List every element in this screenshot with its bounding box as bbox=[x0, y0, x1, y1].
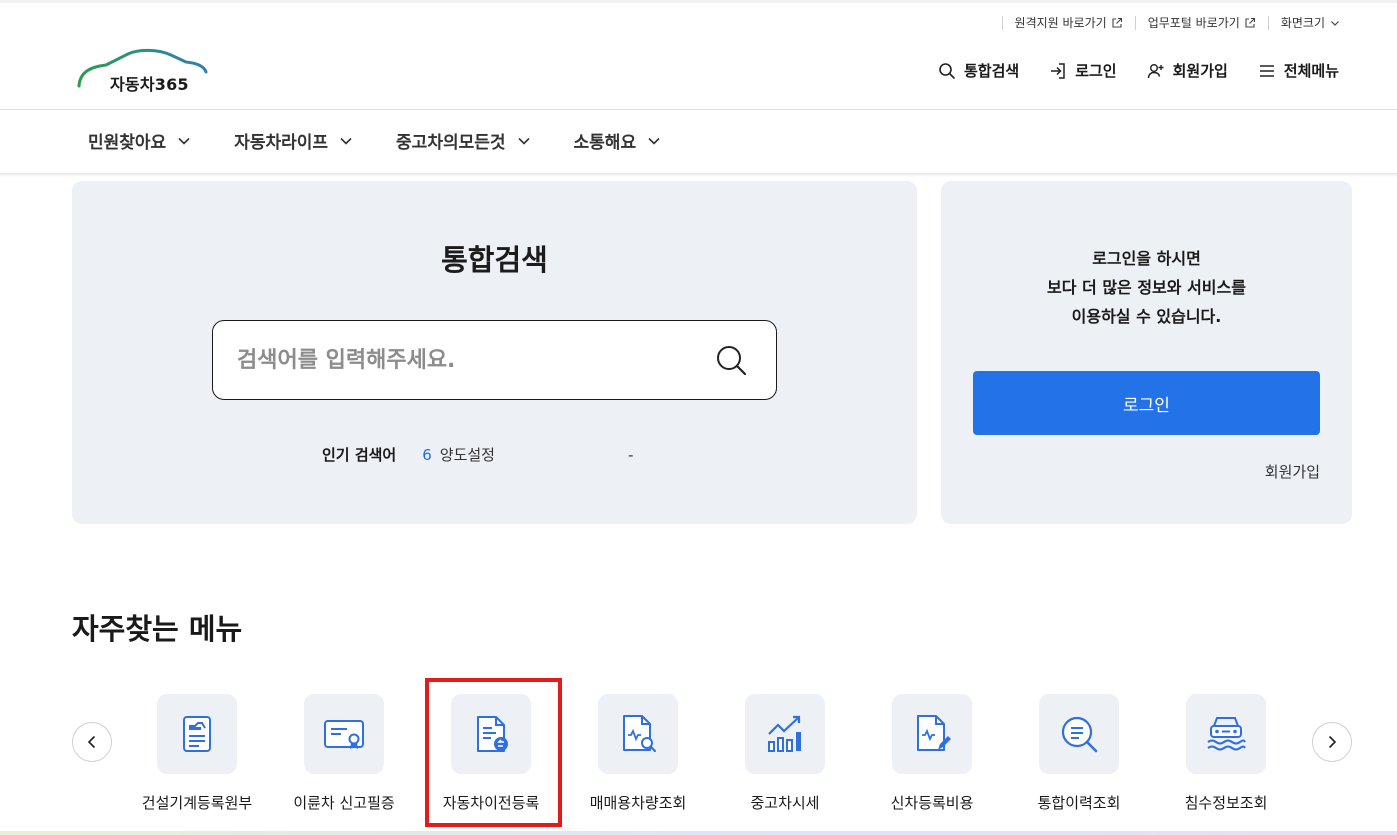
external-link-icon bbox=[1245, 17, 1255, 28]
popular-change: - bbox=[627, 446, 634, 464]
screen-size-dropdown[interactable]: 화면크기 bbox=[1281, 14, 1341, 31]
header-divider bbox=[0, 109, 1397, 110]
logo-text: 자동차365 bbox=[110, 75, 189, 94]
chevron-right-icon bbox=[1328, 735, 1337, 749]
carousel-prev-button[interactable] bbox=[72, 722, 112, 762]
quick-menu-label: 건설기계등록원부 bbox=[141, 794, 253, 812]
nav-label: 소통해요 bbox=[573, 133, 637, 153]
frequent-menu-title: 자주찾는 메뉴 bbox=[72, 612, 243, 646]
search-title: 통합검색 bbox=[441, 243, 548, 277]
certificate-icon bbox=[324, 720, 364, 749]
quick-menu-label: 통합이력조회 bbox=[1037, 794, 1121, 812]
header-actions: 통합검색 로그인 회원가입 전체메뉴 bbox=[938, 60, 1339, 81]
quick-menu-item[interactable]: 이륜차 신고필증 bbox=[269, 694, 419, 834]
quick-menu-icon-box bbox=[1039, 694, 1119, 774]
external-link-icon bbox=[1112, 17, 1122, 28]
divider bbox=[1267, 15, 1269, 30]
login-icon bbox=[1051, 62, 1065, 79]
magnifier-icon bbox=[1061, 716, 1098, 753]
document-search-icon bbox=[623, 715, 657, 753]
quick-menu-icon-box bbox=[745, 694, 825, 774]
search-panel: 통합검색 인기 검색어 6 양도설정 - bbox=[72, 181, 917, 524]
quick-menu-icon-box bbox=[598, 694, 678, 774]
quick-menu-item[interactable]: 건설기계등록원부 bbox=[122, 694, 272, 834]
nav-shadow bbox=[0, 173, 1397, 177]
nav-item-civil-service[interactable]: 민원찾아요 bbox=[88, 128, 190, 153]
popular-label: 인기 검색어 bbox=[322, 446, 397, 464]
highlight-box bbox=[425, 678, 562, 827]
header-login-label: 로그인 bbox=[1075, 62, 1117, 80]
top-line bbox=[0, 0, 1397, 3]
signup-link[interactable]: 회원가입 bbox=[1265, 461, 1320, 482]
header-search-button[interactable]: 통합검색 bbox=[938, 60, 1019, 81]
quick-menu-icon-box bbox=[157, 694, 237, 774]
header-search-label: 통합검색 bbox=[963, 62, 1020, 80]
login-message-line: 이용하실 수 있습니다. bbox=[1071, 307, 1222, 326]
all-menu-label: 전체메뉴 bbox=[1283, 62, 1339, 80]
chevron-down-icon bbox=[517, 137, 530, 145]
all-menu-button[interactable]: 전체메뉴 bbox=[1258, 60, 1339, 81]
remote-support-label: 원격지원 바로가기 bbox=[1014, 16, 1107, 30]
nav-item-communication[interactable]: 소통해요 bbox=[574, 128, 661, 153]
login-panel: 로그인을 하시면 보다 더 많은 정보와 서비스를 이용하실 수 있습니다. 로… bbox=[941, 181, 1352, 524]
search-submit-icon[interactable] bbox=[714, 343, 748, 377]
header-signup-label: 회원가입 bbox=[1172, 62, 1228, 80]
quick-menu-item[interactable]: 매매용차량조회 bbox=[563, 694, 713, 834]
hamburger-menu-icon bbox=[1259, 64, 1274, 77]
nav-item-car-life[interactable]: 자동차라이프 bbox=[234, 128, 352, 153]
quick-menu-label: 신차등록비용 bbox=[890, 794, 974, 812]
add-user-icon bbox=[1147, 63, 1164, 78]
login-button[interactable]: 로그인 bbox=[973, 371, 1320, 435]
popular-keywords: 인기 검색어 6 양도설정 - bbox=[322, 444, 633, 465]
quick-menu-item[interactable]: 중고차시세 bbox=[710, 694, 860, 834]
quick-menu-icon-box bbox=[1186, 694, 1266, 774]
nav-label: 자동차라이프 bbox=[234, 133, 329, 153]
chevron-down-icon bbox=[178, 137, 190, 145]
chevron-down-icon bbox=[648, 137, 660, 145]
screen-size-label: 화면크기 bbox=[1280, 16, 1325, 30]
login-message-line: 로그인을 하시면 bbox=[1092, 249, 1201, 268]
utility-bar: 원격지원 바로가기 업무포털 바로가기 화면크기 bbox=[990, 14, 1341, 31]
chevron-down-icon bbox=[1331, 20, 1339, 26]
work-portal-link[interactable]: 업무포털 바로가기 bbox=[1148, 14, 1256, 31]
header-signup-button[interactable]: 회원가입 bbox=[1147, 60, 1228, 81]
quick-menu-item[interactable]: 통합이력조회 bbox=[1004, 694, 1154, 834]
divider bbox=[1134, 15, 1136, 30]
popular-rank: 6 bbox=[422, 446, 432, 464]
nav-item-used-car[interactable]: 중고차의모든것 bbox=[396, 128, 530, 153]
quick-menu-item[interactable]: 침수정보조회 bbox=[1151, 694, 1301, 834]
remote-support-link[interactable]: 원격지원 바로가기 bbox=[1015, 14, 1123, 31]
work-portal-label: 업무포털 바로가기 bbox=[1147, 16, 1240, 30]
document-edit-icon bbox=[917, 715, 951, 751]
nav-label: 중고차의모든것 bbox=[396, 133, 506, 153]
nav-label: 민원찾아요 bbox=[88, 133, 167, 153]
divider bbox=[1001, 15, 1003, 30]
login-message: 로그인을 하시면 보다 더 많은 정보와 서비스를 이용하실 수 있습니다. bbox=[941, 244, 1352, 331]
quick-menu-label: 매매용차량조회 bbox=[589, 794, 687, 812]
quick-menu-label: 침수정보조회 bbox=[1184, 794, 1268, 812]
login-message-line: 보다 더 많은 정보와 서비스를 bbox=[1047, 278, 1246, 297]
flood-car-icon bbox=[1207, 717, 1246, 751]
chevron-left-icon bbox=[87, 735, 96, 749]
header-login-button[interactable]: 로그인 bbox=[1049, 60, 1117, 81]
quick-menu-item[interactable]: 신차등록비용 bbox=[857, 694, 1007, 834]
search-input[interactable] bbox=[237, 341, 707, 379]
site-logo[interactable]: 자동차365 bbox=[76, 46, 210, 94]
carousel-next-button[interactable] bbox=[1312, 722, 1352, 762]
chevron-down-icon bbox=[340, 137, 352, 145]
popular-keyword-link[interactable]: 양도설정 bbox=[440, 444, 495, 465]
quick-menu-label: 중고차시세 bbox=[750, 794, 820, 812]
quick-menu-icon-box bbox=[892, 694, 972, 774]
construction-register-icon bbox=[183, 716, 211, 752]
bottom-strip bbox=[0, 831, 1397, 835]
search-box bbox=[212, 320, 777, 400]
chart-trend-icon bbox=[768, 715, 801, 752]
quick-menu-icon-box bbox=[304, 694, 384, 774]
quick-menu-label: 이륜차 신고필증 bbox=[293, 794, 395, 812]
search-icon bbox=[939, 62, 955, 79]
main-navigation: 민원찾아요 자동차라이프 중고차의모든것 소통해요 bbox=[88, 128, 660, 153]
